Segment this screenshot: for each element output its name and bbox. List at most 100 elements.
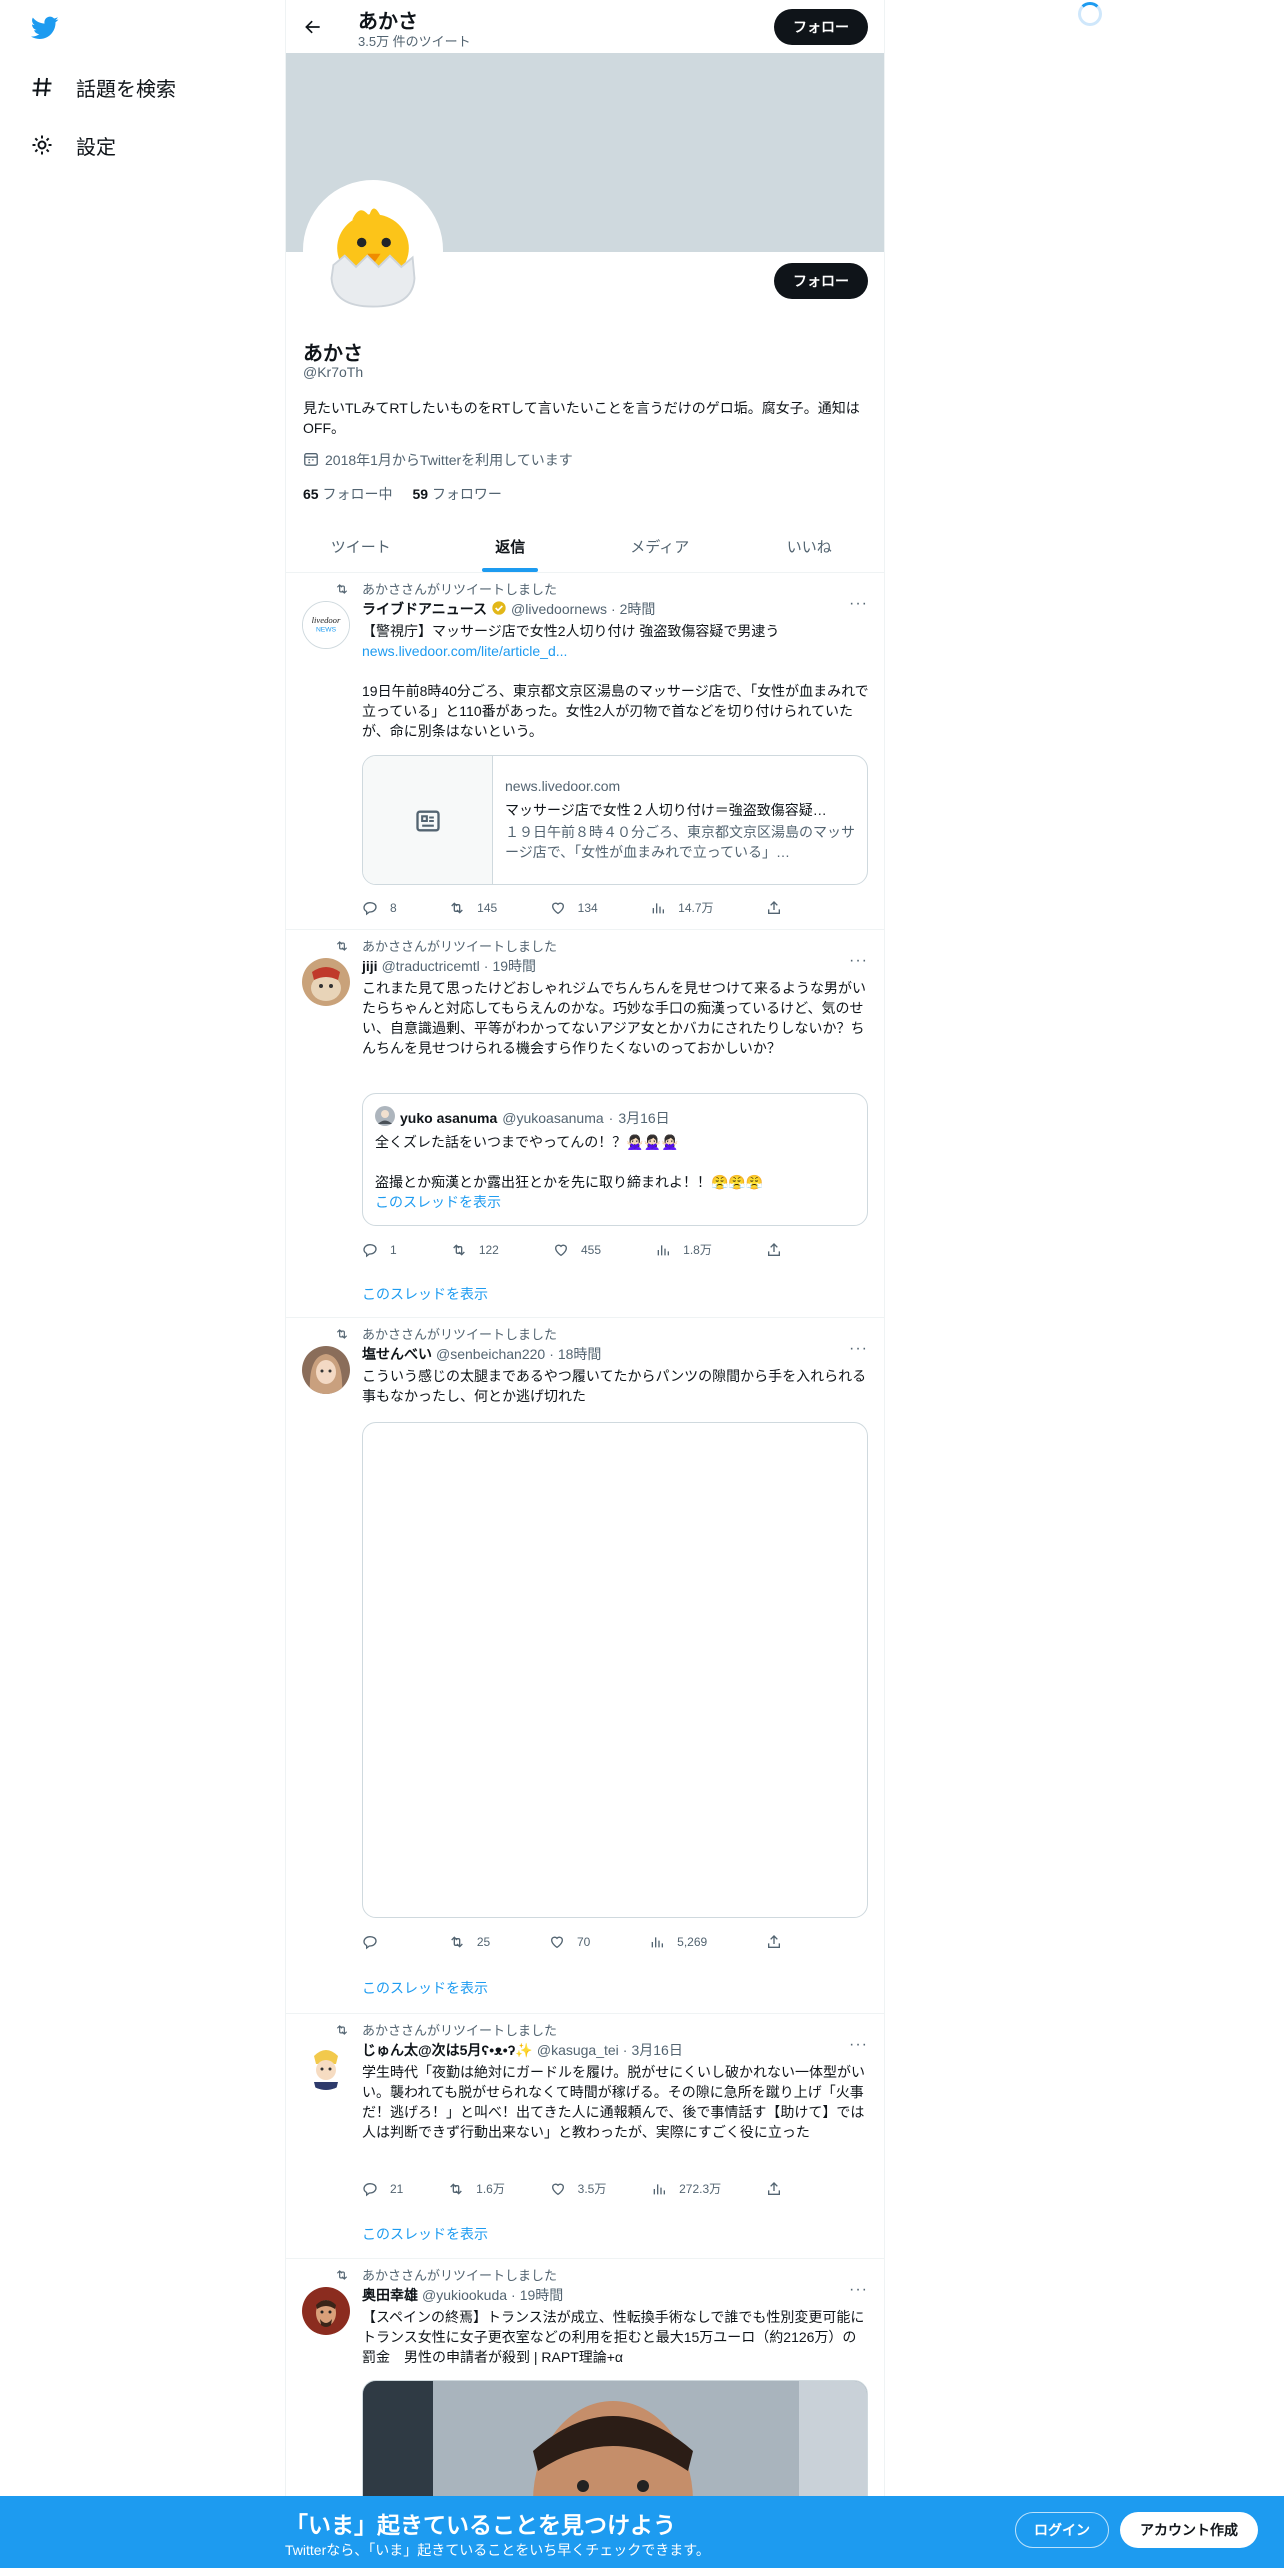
views-button[interactable]: 14.7万 [650, 899, 714, 916]
tweet-header: ライブドアニュース @livedoornews · 2時間 [362, 599, 656, 619]
reply-icon [363, 2182, 377, 2196]
retweet-context: あかささんがリツイートしました [334, 936, 557, 955]
tweet[interactable]: あかささんがリツイートしました livedoor NEWS ライブドアニュース @… [286, 573, 884, 930]
heart-icon [550, 1936, 563, 1949]
avatar[interactable] [302, 2042, 350, 2090]
retweet-count: 1.6万 [476, 2182, 505, 2196]
view-count: 5,269 [677, 1935, 708, 1949]
quote-tweet[interactable]: yuko asanuma @yukoasanuma · 3月16日 全くズレた話… [362, 1093, 868, 1226]
tweet-handle[interactable]: @yukiookuda [422, 2287, 507, 2303]
more-icon[interactable]: ··· [849, 2036, 868, 2054]
share-button[interactable] [766, 1241, 782, 1258]
tweet[interactable]: あかささんがリツイートしました jiji @traductricemtl · 1… [286, 930, 884, 1318]
retweet-label: あかささんがリツイートしました [362, 1327, 558, 1342]
reply-button[interactable]: 1 [362, 1241, 397, 1258]
tweet-author[interactable]: jiji [362, 958, 378, 974]
show-thread-link[interactable]: このスレッドを表示 [362, 1978, 488, 1998]
view-count: 272.3万 [679, 2182, 722, 2196]
like-button[interactable]: 70 [549, 1934, 590, 1950]
avatar[interactable] [302, 1346, 350, 1394]
retweet-button[interactable]: 145 [449, 899, 497, 916]
tweet-handle[interactable]: @livedoornews [511, 601, 607, 617]
media-placeholder[interactable] [362, 1422, 868, 1918]
like-button[interactable]: 3.5万 [550, 2180, 606, 2197]
following-link[interactable]: 65 フォロー中 [303, 484, 392, 504]
sidebar-item-settings[interactable]: 設定 [28, 125, 116, 165]
tweet[interactable]: あかささんがリツイートしました じゅん太@次は5月ʕ•ᴥ•ʔ✨ @kasuga_… [286, 2014, 884, 2259]
quote-show-thread-link[interactable]: このスレッドを表示 [375, 1192, 501, 1212]
followers-count: 59 [412, 486, 429, 502]
reply-button[interactable]: 21 [362, 2180, 403, 2197]
follow-button[interactable]: フォロー [774, 263, 868, 299]
signup-button[interactable]: アカウント作成 [1120, 2512, 1258, 2548]
retweet-button[interactable]: 122 [451, 1241, 499, 1258]
heart-icon [554, 1244, 568, 1256]
share-button[interactable] [766, 1934, 782, 1950]
tweet-time[interactable]: 19時間 [492, 956, 536, 976]
retweet-icon [336, 940, 348, 951]
tweet-time[interactable]: 18時間 [558, 1344, 602, 1364]
more-icon[interactable]: ··· [849, 595, 868, 613]
avatar [375, 1106, 395, 1129]
link-card[interactable]: news.livedoor.com マッサージ店で女性２人切り付け＝強盗致傷容疑… [362, 755, 868, 885]
show-thread-link[interactable]: このスレッドを表示 [362, 1284, 488, 1304]
avatar[interactable] [303, 180, 443, 320]
tweet-link[interactable]: news.livedoor.com/lite/article_d... [362, 641, 870, 661]
quote-author: yuko asanuma [400, 1109, 498, 1126]
tweet-author[interactable]: 塩せんべい [362, 1344, 432, 1364]
tweet-author[interactable]: ライブドアニュース [362, 599, 487, 619]
retweet-button[interactable]: 1.6万 [448, 2180, 505, 2197]
avatar[interactable] [302, 958, 350, 1006]
twitter-logo-icon[interactable] [28, 14, 62, 42]
show-thread-link[interactable]: このスレッドを表示 [362, 2224, 488, 2244]
login-button[interactable]: ログイン [1015, 2512, 1109, 2548]
retweet-label: あかささんがリツイートしました [362, 582, 558, 597]
tweet-handle[interactable]: @senbeichan220 [436, 1346, 545, 1362]
share-button[interactable] [766, 2180, 782, 2197]
reply-icon [363, 901, 377, 915]
avatar[interactable]: livedoor NEWS [302, 601, 350, 649]
reply-icon [363, 1243, 377, 1257]
tab-media[interactable]: メディア [585, 520, 735, 572]
tweet-author[interactable]: 奥田幸雄 [362, 2285, 418, 2305]
analytics-icon [652, 902, 665, 913]
tweet-author[interactable]: じゅん太@次は5月ʕ•ᴥ•ʔ✨ [362, 2040, 533, 2060]
views-button[interactable]: 1.8万 [655, 1241, 712, 1258]
tweet-handle[interactable]: @kasuga_tei [537, 2042, 619, 2058]
views-button[interactable]: 272.3万 [651, 2180, 721, 2197]
heart-icon [551, 2183, 564, 2195]
tab-likes[interactable]: いいね [735, 520, 885, 572]
sidebar-item-explore[interactable]: 話題を検索 [28, 67, 176, 107]
tweet-time[interactable]: 19時間 [520, 2285, 564, 2305]
header-follow-button[interactable]: フォロー [774, 9, 868, 45]
tweet-time[interactable]: 2時間 [620, 599, 656, 619]
joined-text: 2018年1月からTwitterを利用しています [325, 452, 573, 468]
retweet-button[interactable]: 25 [449, 1934, 490, 1950]
tweet-time[interactable]: 3月16日 [631, 2040, 682, 2060]
profile-name: あかさ [303, 343, 363, 365]
reply-button[interactable]: 8 [362, 899, 397, 916]
tweet[interactable]: あかささんがリツイートしました 塩せんべい @senbeichan220 · 1… [286, 1318, 884, 2014]
view-count: 14.7万 [678, 901, 714, 915]
views-button[interactable]: 5,269 [649, 1934, 707, 1950]
reply-button[interactable] [362, 1934, 390, 1950]
tab-replies[interactable]: 返信 [436, 520, 586, 572]
back-arrow-icon[interactable] [298, 12, 328, 42]
retweet-count: 145 [477, 900, 498, 915]
like-button[interactable]: 134 [550, 899, 598, 916]
more-icon[interactable]: ··· [849, 1340, 868, 1358]
retweet-icon [451, 1936, 463, 1948]
more-icon[interactable]: ··· [849, 952, 868, 970]
more-icon[interactable]: ··· [849, 2281, 868, 2299]
like-count: 134 [577, 900, 598, 915]
avatar[interactable] [302, 2287, 350, 2335]
quote-handle: @yukoasanuma [502, 1109, 604, 1126]
followers-link[interactable]: 59 フォロワー [412, 484, 501, 504]
reply-count: 1 [390, 1242, 397, 1257]
analytics-icon [657, 1244, 670, 1255]
share-button[interactable] [766, 899, 782, 916]
card-title: マッサージ店で女性２人切り付け＝強盗致傷容疑… [505, 802, 827, 818]
tab-tweets[interactable]: ツイート [286, 520, 436, 572]
like-button[interactable]: 455 [553, 1241, 601, 1258]
tweet-handle[interactable]: @traductricemtl [382, 958, 480, 974]
